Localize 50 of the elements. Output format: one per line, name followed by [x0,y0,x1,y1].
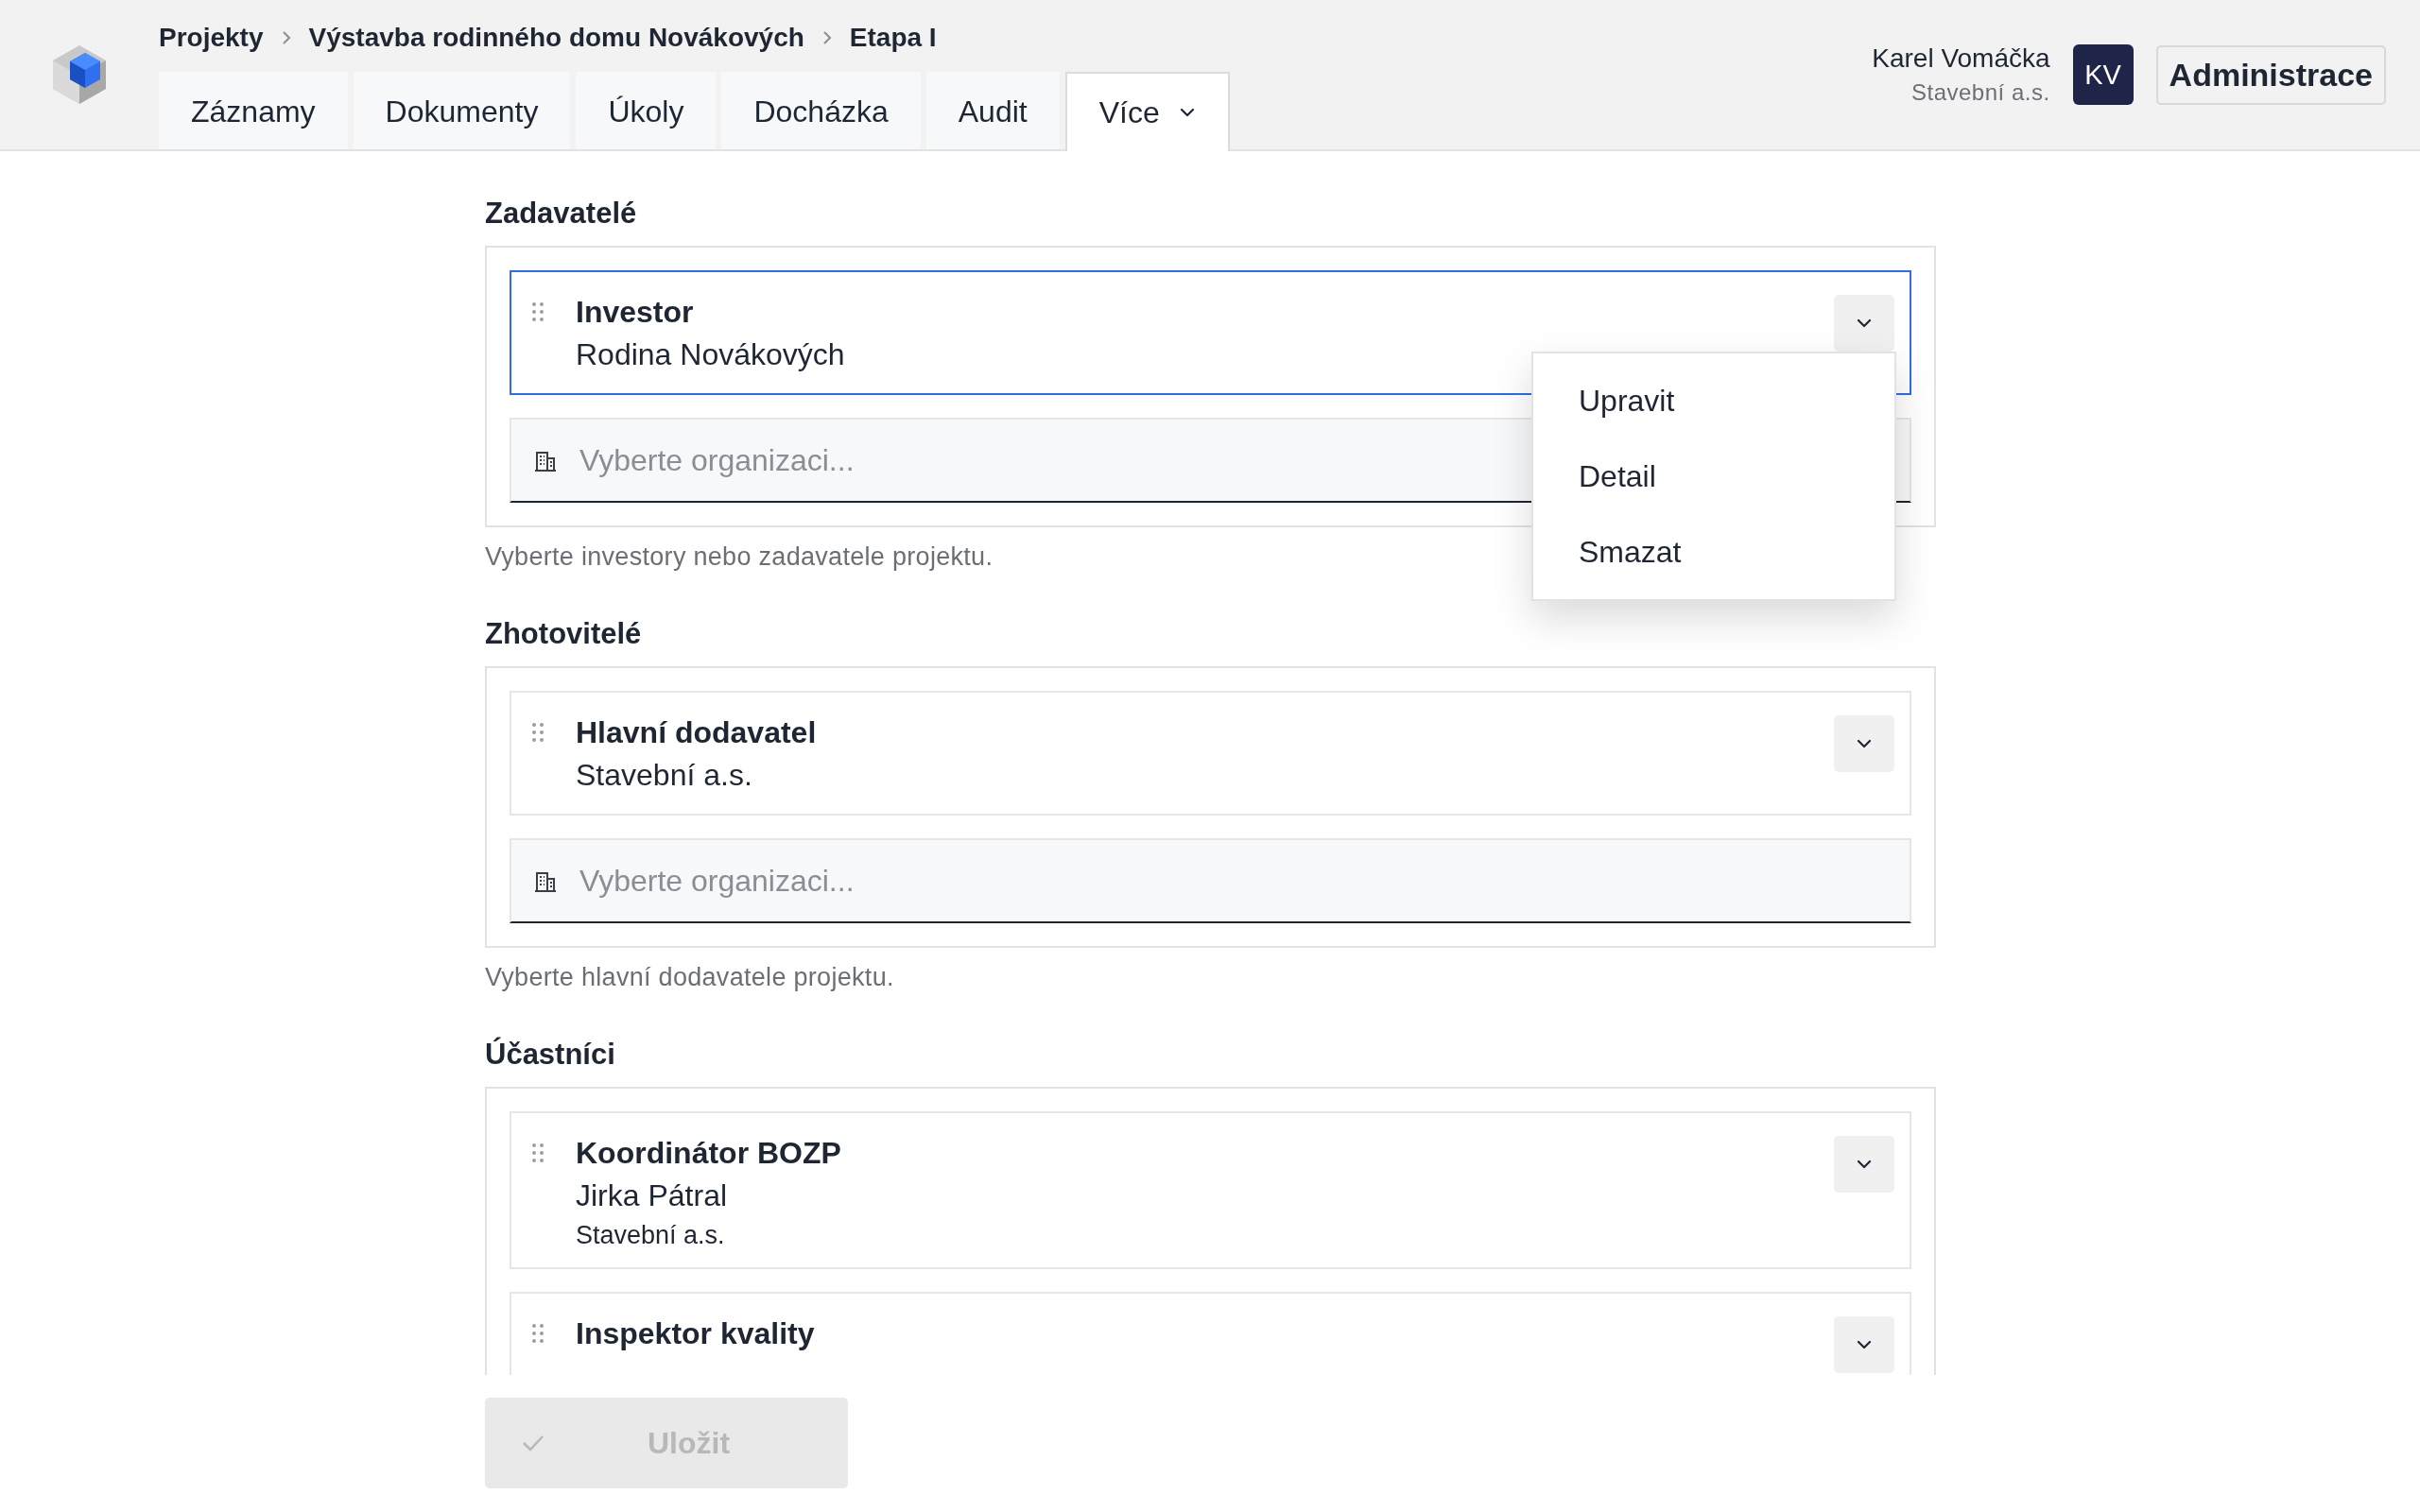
assignee-name: Jirka Pátral [576,1178,729,1213]
assignee-organization: Stavební a.s. [576,1221,726,1250]
role-label: Investor [576,295,695,330]
tab[interactable]: Dokumenty [353,72,571,149]
chevron-right-icon [280,30,292,45]
assignee-card[interactable]: Koordinátor BOZP Jirka Pátral Stavební a.s. [510,1111,1911,1269]
menu-toggle-button[interactable] [1834,715,1894,772]
section-title: Zadavatelé [485,197,638,231]
tab[interactable]: Více [1064,72,1230,151]
user-company: Stavební a.s. [1910,79,2050,106]
drag-handle-icon[interactable] [530,1322,545,1345]
chevron-down-icon [1856,318,1873,329]
tab[interactable]: Docházka [721,72,921,149]
chevron-down-icon [1856,1159,1873,1170]
assignee-card[interactable]: Hlavní dodavatel Stavební a.s. [510,691,1911,816]
assignee-name: Stavební a.s. [576,758,753,793]
chevron-down-icon [1856,1339,1873,1350]
cube-logo-icon[interactable] [51,43,108,106]
assignee-name: Rodina Novákových [576,337,846,372]
drag-handle-icon[interactable] [530,1142,545,1164]
breadcrumb-link[interactable]: Etapa I [849,23,937,53]
user-name: Karel Vomáčka [1872,43,2050,74]
menu-item[interactable]: Upravit [1533,363,1894,438]
building-icon [534,450,557,472]
chevron-down-icon [1856,738,1873,749]
section-title: Zhotovitelé [485,617,643,651]
helper-text: Vyberte hlavní dodavatele projektu. [485,963,894,992]
role-label: Koordinátor BOZP [576,1136,842,1171]
menu-item[interactable]: Smazat [1533,514,1894,590]
breadcrumb-link[interactable]: Projekty [159,23,264,53]
helper-text: Vyberte investory nebo zadavatele projektu. [485,542,994,572]
checkmark-icon [521,1434,545,1452]
chevron-right-icon [821,30,833,45]
breadcrumb-link[interactable]: Výstavba rodinného domu Novákových [308,23,804,53]
tab[interactable]: Úkoly [576,72,717,149]
menu-item[interactable]: Detail [1533,438,1894,514]
role-label: Inspektor kvality [576,1316,816,1351]
section-title: Účastníci [485,1038,616,1072]
menu-toggle-button[interactable] [1834,1136,1894,1193]
drag-handle-icon[interactable] [530,721,545,744]
role-label: Hlavní dodavatel [576,715,818,750]
tab[interactable]: Audit [925,72,1060,149]
drag-handle-icon[interactable] [530,301,545,323]
organization-select[interactable]: Vyberte organizaci... [510,838,1911,923]
menu-toggle-button[interactable] [1834,295,1894,352]
menu-toggle-button[interactable] [1834,1316,1894,1373]
administration-button[interactable]: Administrace [2155,44,2386,105]
tab[interactable]: Záznamy [159,72,348,149]
building-icon [534,870,557,893]
user-avatar[interactable]: KV [2072,44,2134,105]
